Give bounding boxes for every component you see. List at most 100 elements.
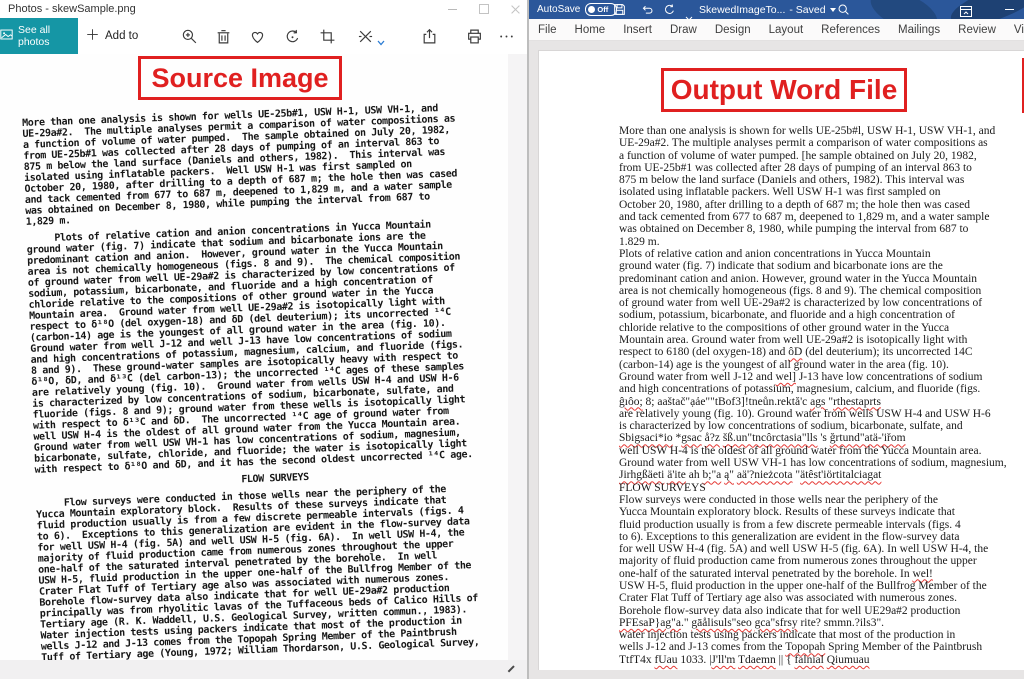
doc-line[interactable]: area is not chemically homogeneous (figs… xyxy=(619,285,1021,297)
doc-line[interactable]: October 20, 1980, after drilling to a de… xyxy=(619,199,1021,211)
doc-line[interactable]: Plots of relative cation and anion conce… xyxy=(619,248,1021,260)
doc-line[interactable]: for well USW H-4 (fig. 5A) and well USW … xyxy=(619,543,1021,555)
autosave-label: AutoSave xyxy=(537,4,580,15)
doc-line[interactable]: was obtained on December 8, 1980, while … xyxy=(619,223,1021,235)
doc-text-segment: and high concentrations of potassium, ma… xyxy=(619,383,980,395)
doc-line[interactable]: sodium, potassium, bicarbonate, and fluo… xyxy=(619,309,1021,321)
tab-view[interactable]: View xyxy=(1005,19,1024,40)
tab-insert[interactable]: Insert xyxy=(614,19,661,40)
zoom-in-icon[interactable] xyxy=(180,27,198,45)
doc-text-segment: " xyxy=(825,396,833,408)
doc-line[interactable]: TtfT4x fUau 1033. |J'll'm Tdaemn || { fa… xyxy=(619,654,1021,666)
doc-line[interactable]: is characterized by low concentrations o… xyxy=(619,420,1021,432)
resize-grip-icon[interactable] xyxy=(508,665,515,672)
doc-line[interactable]: More than one analysis is shown for well… xyxy=(619,125,1021,137)
maximize-icon[interactable] xyxy=(479,4,489,14)
misspelled-word: falnial xyxy=(794,654,823,666)
doc-line[interactable]: Crater Flat Tuff of Tertiary age also wa… xyxy=(619,592,1021,604)
crop-icon[interactable] xyxy=(318,27,336,45)
tab-layout[interactable]: Layout xyxy=(760,19,813,40)
tab-file[interactable]: File xyxy=(529,19,566,40)
doc-line[interactable]: and high concentrations of potassium, ma… xyxy=(619,383,1021,395)
scan-paragraph: Plots of relative cation and anion conce… xyxy=(26,217,514,476)
doc-line[interactable]: 875 m below the land surface (Daniels an… xyxy=(619,174,1021,186)
doc-line[interactable]: one-half of the saturated interval penet… xyxy=(619,568,1021,580)
share-icon[interactable] xyxy=(420,27,438,45)
photo-viewer-canvas[interactable]: Source Image More than one analysis is s… xyxy=(0,54,527,660)
doc-line[interactable]: water injection tests using packers indi… xyxy=(619,629,1021,641)
delete-icon[interactable] xyxy=(214,27,232,45)
misspelled-word: ôD xyxy=(788,346,802,358)
doc-line[interactable]: isolated using inflatable packers. Well … xyxy=(619,186,1021,198)
doc-line[interactable]: to 6). Exceptions to this generalization… xyxy=(619,531,1021,543)
doc-line[interactable]: Mountain area. Ground water from well UE… xyxy=(619,334,1021,346)
chevron-down-icon[interactable] xyxy=(377,33,385,39)
doc-line[interactable]: fluid production usually is from a few d… xyxy=(619,519,1021,531)
doc-line[interactable]: UE-29a#2. The multiple analyses permit a… xyxy=(619,137,1021,149)
ribbon-display-icon[interactable] xyxy=(960,4,972,19)
doc-text-segment: of ground water from well UE-29a#2 is ch… xyxy=(619,297,982,309)
doc-line[interactable]: respect to 6180 (del oxygen-18) and ôD (… xyxy=(619,346,1021,358)
add-to-button[interactable]: Add to xyxy=(86,18,138,54)
doc-line[interactable]: are relatively young (fig. 10). Ground w… xyxy=(619,408,1021,420)
doc-line[interactable]: Yucca Mountain exploratory block. Result… xyxy=(619,506,1021,518)
doc-line[interactable]: Flow surveys were conducted in those wel… xyxy=(619,494,1021,506)
search-icon[interactable] xyxy=(837,3,850,16)
doc-line[interactable]: majority of fluid production came from n… xyxy=(619,555,1021,567)
print-icon[interactable] xyxy=(465,27,483,45)
doc-line[interactable]: PFEsaP}ag"a." gāålisuls"seo gca"sfrsy ri… xyxy=(619,617,1021,629)
doc-line[interactable]: ground water (fig. 7) indicate that sodi… xyxy=(619,260,1021,272)
minimize-icon[interactable] xyxy=(448,9,457,10)
document-title-group[interactable]: SkewedImageTo... - Saved xyxy=(699,0,836,19)
doc-line[interactable]: predominant cation and anion. However, g… xyxy=(619,273,1021,285)
doc-line[interactable]: well USW H-4 is the oldest of all ground… xyxy=(619,445,1021,457)
doc-line[interactable]: chloride relative to the compositions of… xyxy=(619,322,1021,334)
doc-text[interactable]: More than one analysis is shown for well… xyxy=(619,125,1021,666)
doc-line[interactable]: FLOW SURVEYS xyxy=(619,482,1021,494)
doc-line[interactable]: Borehole flow-survey data also indicate … xyxy=(619,605,1021,617)
see-all-photos-button[interactable]: See all photos xyxy=(0,18,78,54)
tab-references[interactable]: References xyxy=(812,19,889,40)
rotate-icon[interactable] xyxy=(283,27,301,45)
save-icon[interactable] xyxy=(613,3,626,16)
doc-line[interactable]: ĝıôo; 8; aaštač"ạảe""tBof3]!tneůn.rektă'… xyxy=(619,396,1021,408)
doc-line[interactable]: Sbigsaci*io *gsac å?z šß.un"tncôrctasia"… xyxy=(619,432,1021,444)
word-window: AutoSave Off SkewedImageTo... - Saved xyxy=(529,0,1024,679)
misspelled-word: ä'ite xyxy=(667,469,686,481)
tab-home[interactable]: Home xyxy=(566,19,615,40)
doc-text-segment: isolated using inflatable packers. Well … xyxy=(619,186,941,198)
favorite-icon[interactable] xyxy=(248,27,266,45)
minimize-icon[interactable] xyxy=(1005,9,1014,10)
more-icon[interactable] xyxy=(497,27,515,45)
source-image-annotation: Source Image xyxy=(138,56,342,100)
doc-line[interactable]: Jirhgßäeti ä'ite ah b;"a ą" aä'?nieżcota… xyxy=(619,469,1021,481)
edit-create-icon[interactable] xyxy=(356,27,374,45)
doc-line[interactable]: of ground water from well UE-29a#2 is ch… xyxy=(619,297,1021,309)
doc-line[interactable]: Ground water from well USW VH-1 has low … xyxy=(619,457,1021,469)
doc-line[interactable]: from UE-25b#1 was collected after 28 day… xyxy=(619,162,1021,174)
tab-design[interactable]: Design xyxy=(706,19,760,40)
doc-line[interactable]: Ground water from well J-12 and wel] J-1… xyxy=(619,371,1021,383)
doc-line[interactable]: 1.829 m. xyxy=(619,236,1021,248)
misspelled-word: gāålisuls"seo xyxy=(691,617,751,629)
doc-line[interactable]: (carbon-14) age is the youngest of all g… xyxy=(619,359,1021,371)
close-icon[interactable] xyxy=(511,4,521,14)
doc-text-segment: " xyxy=(793,469,801,481)
tab-draw[interactable]: Draw xyxy=(661,19,706,40)
doc-line[interactable]: and tack cemented from 677 to 687 m, dee… xyxy=(619,211,1021,223)
redo-icon[interactable] xyxy=(663,3,676,16)
autosave-toggle[interactable]: AutoSave Off xyxy=(537,0,617,19)
tab-mailings[interactable]: Mailings xyxy=(889,19,949,40)
scrollbar-gutter[interactable] xyxy=(508,54,527,660)
undo-icon[interactable] xyxy=(641,3,654,16)
doc-line[interactable]: USW H-5, fluid production in the upper o… xyxy=(619,580,1021,592)
document-page[interactable]: Output Word File More than one analysis … xyxy=(538,50,1024,671)
doc-line[interactable]: a function of volume of water pumped. [h… xyxy=(619,150,1021,162)
document-area: Output Word File More than one analysis … xyxy=(529,41,1024,670)
misspelled-word: b;"a xyxy=(703,469,722,481)
photos-window: Photos - skewSample.png See all photos A… xyxy=(0,0,527,679)
chevron-down-icon[interactable] xyxy=(685,8,693,19)
tab-review[interactable]: Review xyxy=(949,19,1005,40)
doc-text-segment: Borehole flow-survey data also indicate … xyxy=(619,605,960,617)
doc-line[interactable]: wells J-12 and J-13 comes from the Topop… xyxy=(619,641,1021,653)
